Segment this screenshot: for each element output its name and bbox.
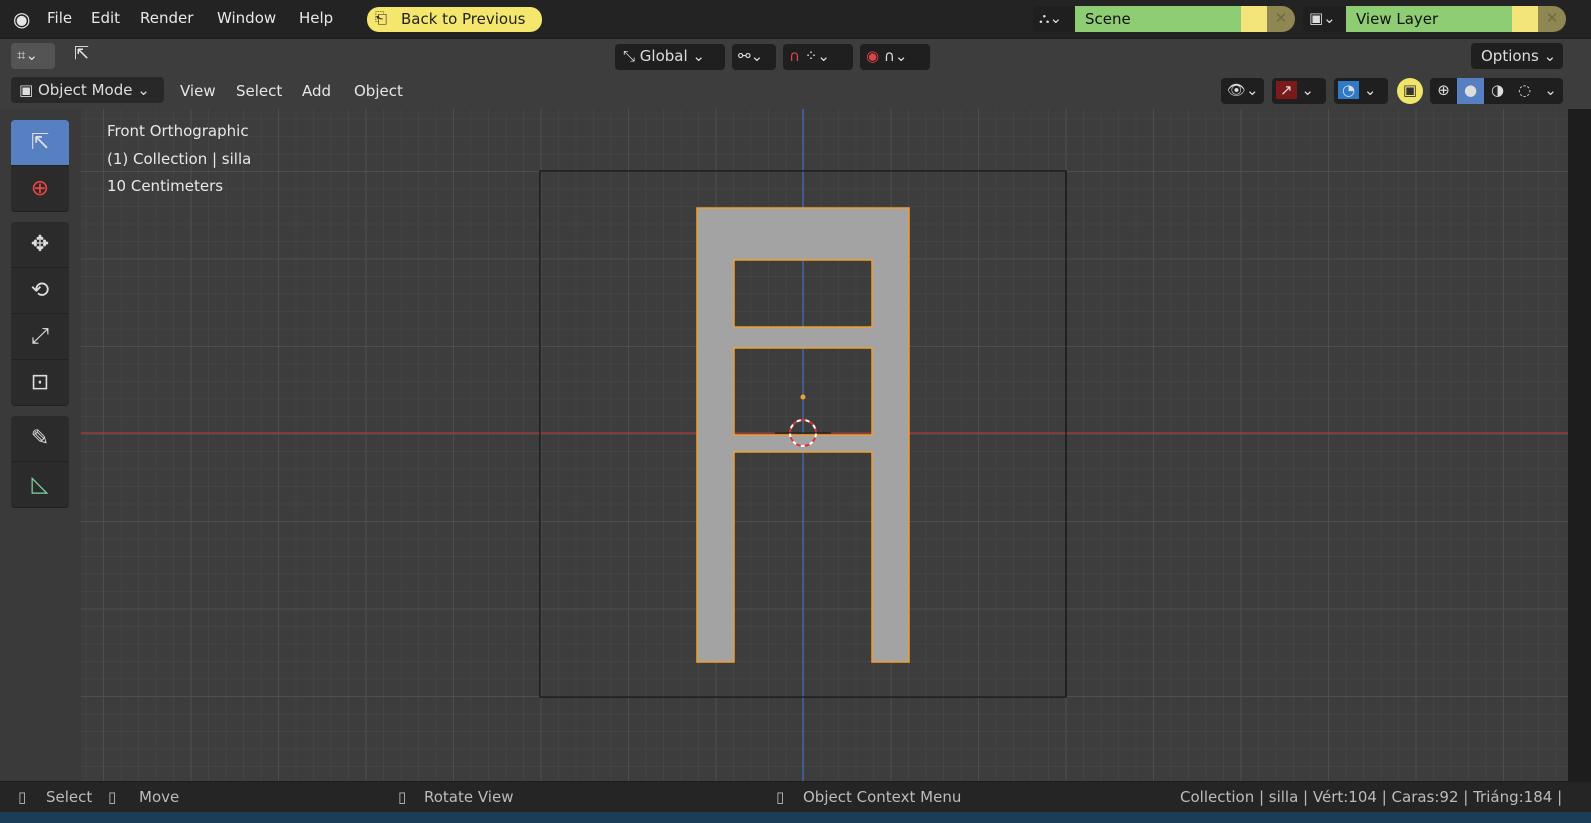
scale-tool[interactable]: ⤢ xyxy=(11,314,69,360)
menu-edit[interactable]: Edit xyxy=(91,9,120,27)
scene-selector-button[interactable]: ⛬⌄ xyxy=(1033,6,1075,32)
menu-render[interactable]: Render xyxy=(140,9,193,27)
status-context-menu: Object Context Menu xyxy=(803,788,962,806)
top-bar: ◉ File Edit Render Window Help ⎗ Back to… xyxy=(0,0,1591,38)
snap-toggle[interactable]: ∩ ⁘⌄ xyxy=(783,44,853,70)
measure-tool[interactable]: ◺ xyxy=(11,462,69,508)
back-to-previous-button[interactable]: ⎗ Back to Previous xyxy=(367,7,542,32)
cursor-tool[interactable]: ⊕ xyxy=(11,166,69,212)
view-layer-icon: ▣⌄ xyxy=(1309,9,1336,27)
menu-window[interactable]: Window xyxy=(217,9,276,27)
mouse-right-icon: ▯ xyxy=(776,788,785,806)
proportional-icon: ◉ xyxy=(866,47,880,65)
transform-tool[interactable]: ⊡ xyxy=(11,360,69,406)
menu-view[interactable]: View xyxy=(180,82,216,100)
measure-icon: ◺ xyxy=(31,472,49,497)
cursor-tool-icon: ⊕ xyxy=(30,176,50,201)
rotate-tool[interactable]: ⟲ xyxy=(11,268,69,314)
gizmo-dropdown[interactable]: ↗ ⌄ xyxy=(1272,78,1326,104)
status-select: Select xyxy=(46,788,93,806)
material-shading-button[interactable]: ◑ xyxy=(1484,78,1511,104)
delete-scene-button[interactable]: ✕ xyxy=(1267,6,1295,32)
delete-view-layer-button[interactable]: ✕ xyxy=(1538,6,1566,32)
view-name: Front Orthographic xyxy=(107,122,249,140)
orientation-icon: ⤡ xyxy=(623,47,640,65)
collection-info: (1) Collection | silla xyxy=(107,150,252,168)
overlays-icon: ◔ xyxy=(1338,81,1360,99)
view-layer-name: View Layer xyxy=(1356,10,1439,28)
taskbar-strip xyxy=(0,812,1591,823)
magnet-icon: ∩ xyxy=(789,47,800,65)
menu-object[interactable]: Object xyxy=(354,82,403,100)
xray-toggle[interactable]: ▣ xyxy=(1397,78,1423,104)
back-icon: ⎗ xyxy=(375,9,388,27)
view-layer-selector-button[interactable]: ▣⌄ xyxy=(1303,6,1346,32)
pivot-dropdown[interactable]: ⚯⌄ xyxy=(732,44,776,70)
options-label: Options xyxy=(1481,47,1539,65)
scene-field[interactable]: Scene xyxy=(1075,6,1241,32)
options-dropdown[interactable]: Options ⌄ xyxy=(1471,43,1563,69)
status-rotate: Rotate View xyxy=(424,788,514,806)
orientation-label: Global xyxy=(639,47,688,65)
viewport-header: ⌗⌄ ⇱ ⤡ Global ⌄ ⚯⌄ ∩ ⁘⌄ ◉ ∩⌄ Options ⌄ ▣… xyxy=(0,39,1591,109)
select-box-tool[interactable]: ⇱ xyxy=(11,120,69,166)
move-tool[interactable]: ✥ xyxy=(11,222,69,268)
tool-shelf: ⇱ ⊕ ✥ ⟲ ⤢ ⊡ ✎ ◺ xyxy=(11,120,69,508)
editor-type-button[interactable]: ⌗⌄ xyxy=(11,43,55,69)
menu-help[interactable]: Help xyxy=(299,9,333,27)
back-label: Back to Previous xyxy=(401,10,526,28)
mouse-middle-icon: ▯ xyxy=(108,788,117,806)
overlays-dropdown[interactable]: ◔ ⌄ xyxy=(1334,78,1388,104)
annotate-tool[interactable]: ✎ xyxy=(11,416,69,462)
view-layer-field[interactable]: View Layer xyxy=(1346,6,1512,32)
orientation-dropdown[interactable]: ⤡ Global ⌄ xyxy=(615,44,725,70)
menu-add[interactable]: Add xyxy=(302,82,331,100)
selectability-visibility-dropdown[interactable]: 👁⌄ xyxy=(1221,78,1264,104)
new-view-layer-button[interactable] xyxy=(1512,6,1538,32)
scene-statistics: Collection | silla | Vért:104 | Caras:92… xyxy=(1180,788,1563,806)
new-scene-button[interactable] xyxy=(1241,6,1267,32)
gizmo-icon: ↗ xyxy=(1276,81,1297,99)
proportional-edit-toggle[interactable]: ◉ ∩⌄ xyxy=(860,44,930,70)
grid-scale: 10 Centimeters xyxy=(107,177,224,195)
scene-icon: ⛬⌄ xyxy=(1039,9,1063,27)
rendered-shading-button[interactable]: ◌ xyxy=(1511,78,1538,104)
wireframe-shading-button[interactable]: ⊕ xyxy=(1430,78,1457,104)
mouse-left-icon: ▯ xyxy=(18,788,27,806)
mouse-middle-icon-2: ▯ xyxy=(398,788,407,806)
object-mode-icon: ▣ xyxy=(19,81,38,99)
blender-logo-icon[interactable]: ◉ xyxy=(13,7,30,31)
shading-options-dropdown[interactable]: ⌄ xyxy=(1538,78,1563,104)
menu-select[interactable]: Select xyxy=(236,82,282,100)
mode-dropdown[interactable]: ▣ Object Mode ⌄ xyxy=(11,77,164,103)
status-bar: ▯ Select ▯ Move ▯ Rotate View ▯ Object C… xyxy=(0,782,1591,812)
tool-cursor-icon[interactable]: ⇱ xyxy=(74,43,89,64)
menu-file[interactable]: File xyxy=(47,9,72,27)
solid-shading-button[interactable]: ● xyxy=(1457,78,1484,104)
scene-name: Scene xyxy=(1085,10,1131,28)
shading-modes: ⊕ ● ◑ ◌ ⌄ xyxy=(1430,78,1563,104)
mode-label: Object Mode xyxy=(37,81,133,99)
status-move: Move xyxy=(139,788,180,806)
